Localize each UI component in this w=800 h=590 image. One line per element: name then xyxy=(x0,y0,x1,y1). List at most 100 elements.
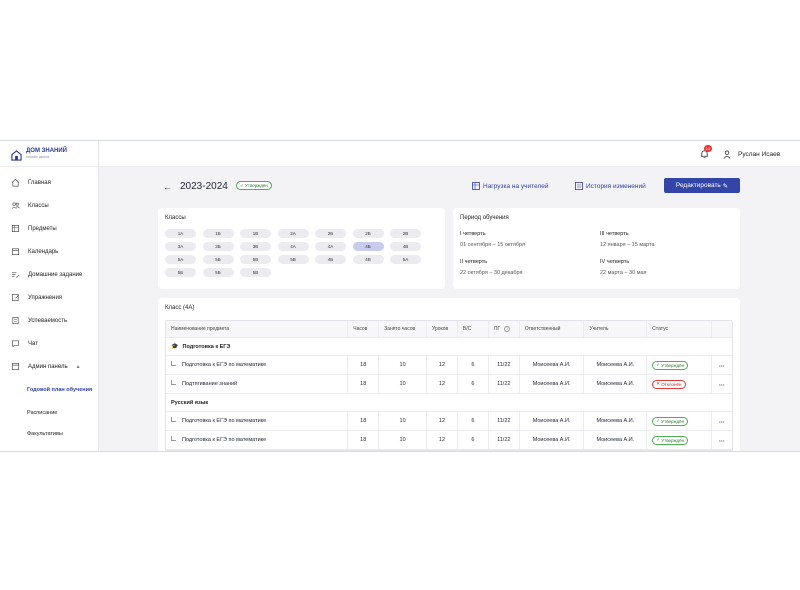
cell-lessons: 12 xyxy=(427,431,458,449)
history-button[interactable]: История изменений xyxy=(575,182,646,190)
class-chip[interactable]: 4В xyxy=(352,255,384,264)
cell-status: ✓ Утверждён xyxy=(647,356,713,374)
class-chip[interactable]: 5В xyxy=(277,255,309,264)
cell-vs-text: 6 xyxy=(471,437,475,443)
logo[interactable]: ДОМ ЗНАНИЙ онлайн школа xyxy=(0,141,98,167)
class-chip[interactable]: 4В xyxy=(390,242,421,251)
class-chip[interactable]: 5Б xyxy=(202,255,234,264)
class-chip[interactable]: 2Б xyxy=(352,229,384,238)
cell-pg-text: 11/22 xyxy=(497,437,511,443)
cell-busy: 10 xyxy=(379,375,427,393)
user-name[interactable]: Руслан Исаев xyxy=(738,151,780,158)
class-chip[interactable]: 2А xyxy=(277,229,309,238)
sidebar-item-exercises[interactable]: Упражнения xyxy=(0,286,98,309)
table-row[interactable]: Подготовка к ЕГЭ по математике 18 10 12 6 11/… xyxy=(166,431,732,450)
sidebar-item-chat[interactable]: Чат xyxy=(0,332,98,355)
page-title: 2023-2024 xyxy=(180,181,228,192)
more-menu-icon[interactable]: ••• xyxy=(712,375,732,393)
col-responsible: Ответственный xyxy=(520,321,585,337)
tree-branch-icon xyxy=(171,436,176,441)
class-chip[interactable]: 5В xyxy=(240,255,271,264)
cell-vs: 6 xyxy=(458,412,489,430)
class-chip[interactable]: 2В xyxy=(390,229,421,238)
cell-hours-text: 18 xyxy=(360,418,367,424)
sidebar-item-classes[interactable]: Классы xyxy=(0,194,98,217)
cell-hours-text: 18 xyxy=(360,437,367,443)
class-chip[interactable]: 4А xyxy=(315,242,346,251)
homework-icon xyxy=(11,272,20,278)
table-row[interactable]: Подтягивание знаний 18 10 12 6 11/22 Моисеева … xyxy=(166,375,732,394)
class-chip[interactable]: 3Б xyxy=(202,242,234,251)
col-teacher: Учитель xyxy=(584,321,648,337)
cell-lessons: 12 xyxy=(427,356,458,374)
book-icon xyxy=(11,224,20,233)
group-cell: 🎓 Подготовка к ЕГЭ xyxy=(166,338,235,355)
app-window: ДОМ ЗНАНИЙ онлайн школа Главная Классы П… xyxy=(0,140,800,452)
class-chip[interactable]: 2Б xyxy=(315,229,346,238)
home-icon xyxy=(11,178,20,187)
quarter-4: IV четверть 22 марта – 30 мая xyxy=(600,259,647,276)
class-chip[interactable]: 5В xyxy=(240,268,271,277)
status-badge: ✓ Утверждён xyxy=(652,360,689,370)
info-icon[interactable]: ? xyxy=(504,326,511,332)
cell-subject-text: Подготовка к ЕГЭ по математике xyxy=(182,437,267,443)
class-chip[interactable]: 5Б xyxy=(165,268,196,277)
cell-teacher-text: Моисеева А.И. xyxy=(596,381,635,387)
sidebar-item-admin[interactable]: Админ панель ▲ xyxy=(0,355,98,378)
sidebar-subitem-yearly-plan[interactable]: Годовой план обучения xyxy=(0,378,98,402)
classes-card: Классы 1А 1Б 1В 2А 2Б 2Б 2В 3А 3Б 3В 4А 4А 4Б 4В 5А 5Б 5… xyxy=(158,208,445,289)
cell-vs-text: 6 xyxy=(471,381,475,387)
exercise-icon xyxy=(11,293,19,302)
class-chip[interactable]: 5А xyxy=(390,255,421,264)
class-chip[interactable]: 5А xyxy=(165,255,196,264)
graduation-cap-icon: 🎓 xyxy=(171,344,179,350)
class-chip[interactable]: 4Б xyxy=(315,255,346,264)
user-icon[interactable] xyxy=(723,150,731,159)
back-arrow-icon[interactable]: ← xyxy=(163,182,172,192)
cell-busy-text: 10 xyxy=(399,437,406,443)
class-chip[interactable]: 5Б xyxy=(202,268,234,277)
sidebar-subitem-electives[interactable]: Факультативы xyxy=(0,423,98,444)
house-logo-icon xyxy=(11,148,22,161)
cell-teacher: Моисеева А.И. xyxy=(584,356,648,374)
cell-responsible: Моисеева А.И. xyxy=(520,431,585,449)
more-menu-icon[interactable]: ••• xyxy=(712,412,732,430)
table-row[interactable]: Подготовка к ЕГЭ по математике 18 10 12 6 11/… xyxy=(166,412,732,431)
cell-hours: 18 xyxy=(348,412,380,430)
class-chip[interactable]: 1Б xyxy=(202,229,234,238)
sidebar-subitem-schedule[interactable]: Расписание xyxy=(0,402,98,423)
class-chip[interactable]: 4А xyxy=(277,242,309,251)
calendar-icon xyxy=(11,248,20,256)
edit-button[interactable]: Редактировать ✎ xyxy=(664,178,740,193)
table-title: Класс (4А) xyxy=(165,305,195,311)
sidebar-item-progress[interactable]: Успеваемость xyxy=(0,309,98,332)
sidebar-item-subjects[interactable]: Предметы xyxy=(0,217,98,240)
col-busy: Занято часов xyxy=(379,321,427,337)
cell-pg-text: 11/22 xyxy=(497,418,511,424)
table-group-row[interactable]: Русский язык xyxy=(166,394,732,412)
users-icon xyxy=(11,202,20,209)
notification-badge: 13 xyxy=(704,145,712,152)
cell-teacher: Моисеева А.И. xyxy=(584,431,648,449)
plan-table-card: Класс (4А) Наименование предмета Часов З… xyxy=(158,298,740,451)
more-menu-icon[interactable]: ••• xyxy=(712,431,732,449)
class-chip[interactable]: 1В xyxy=(240,229,271,238)
tree-branch-icon xyxy=(171,380,176,385)
cell-pg: 11/22 xyxy=(489,412,520,430)
class-chip[interactable]: 3А xyxy=(165,242,196,251)
cell-hours-text: 18 xyxy=(360,362,367,368)
cell-lessons-text: 12 xyxy=(438,418,446,424)
class-chip[interactable]: 3В xyxy=(240,242,271,251)
sidebar-item-home[interactable]: Главная xyxy=(0,171,98,194)
more-menu-icon[interactable]: ••• xyxy=(712,356,732,374)
table-row[interactable]: Подготовка к ЕГЭ по математике 18 10 12 6 11/… xyxy=(166,356,732,375)
cell-teacher-text: Моисеева А.И. xyxy=(596,418,635,424)
sidebar-item-calendar[interactable]: Календарь xyxy=(0,240,98,263)
cell-responsible-text: Моисеева А.И. xyxy=(532,437,571,443)
table-group-row[interactable]: 🎓 Подготовка к ЕГЭ xyxy=(166,338,732,356)
class-chip[interactable]: 4Б xyxy=(352,242,384,251)
class-chip[interactable]: 1А xyxy=(165,229,196,238)
sidebar-item-homework[interactable]: Домашние задание xyxy=(0,263,98,286)
teachers-load-button[interactable]: Нагрузка на учителей xyxy=(472,182,548,190)
quarter-2: II четверть 22 октября – 30 декабря xyxy=(460,259,523,276)
